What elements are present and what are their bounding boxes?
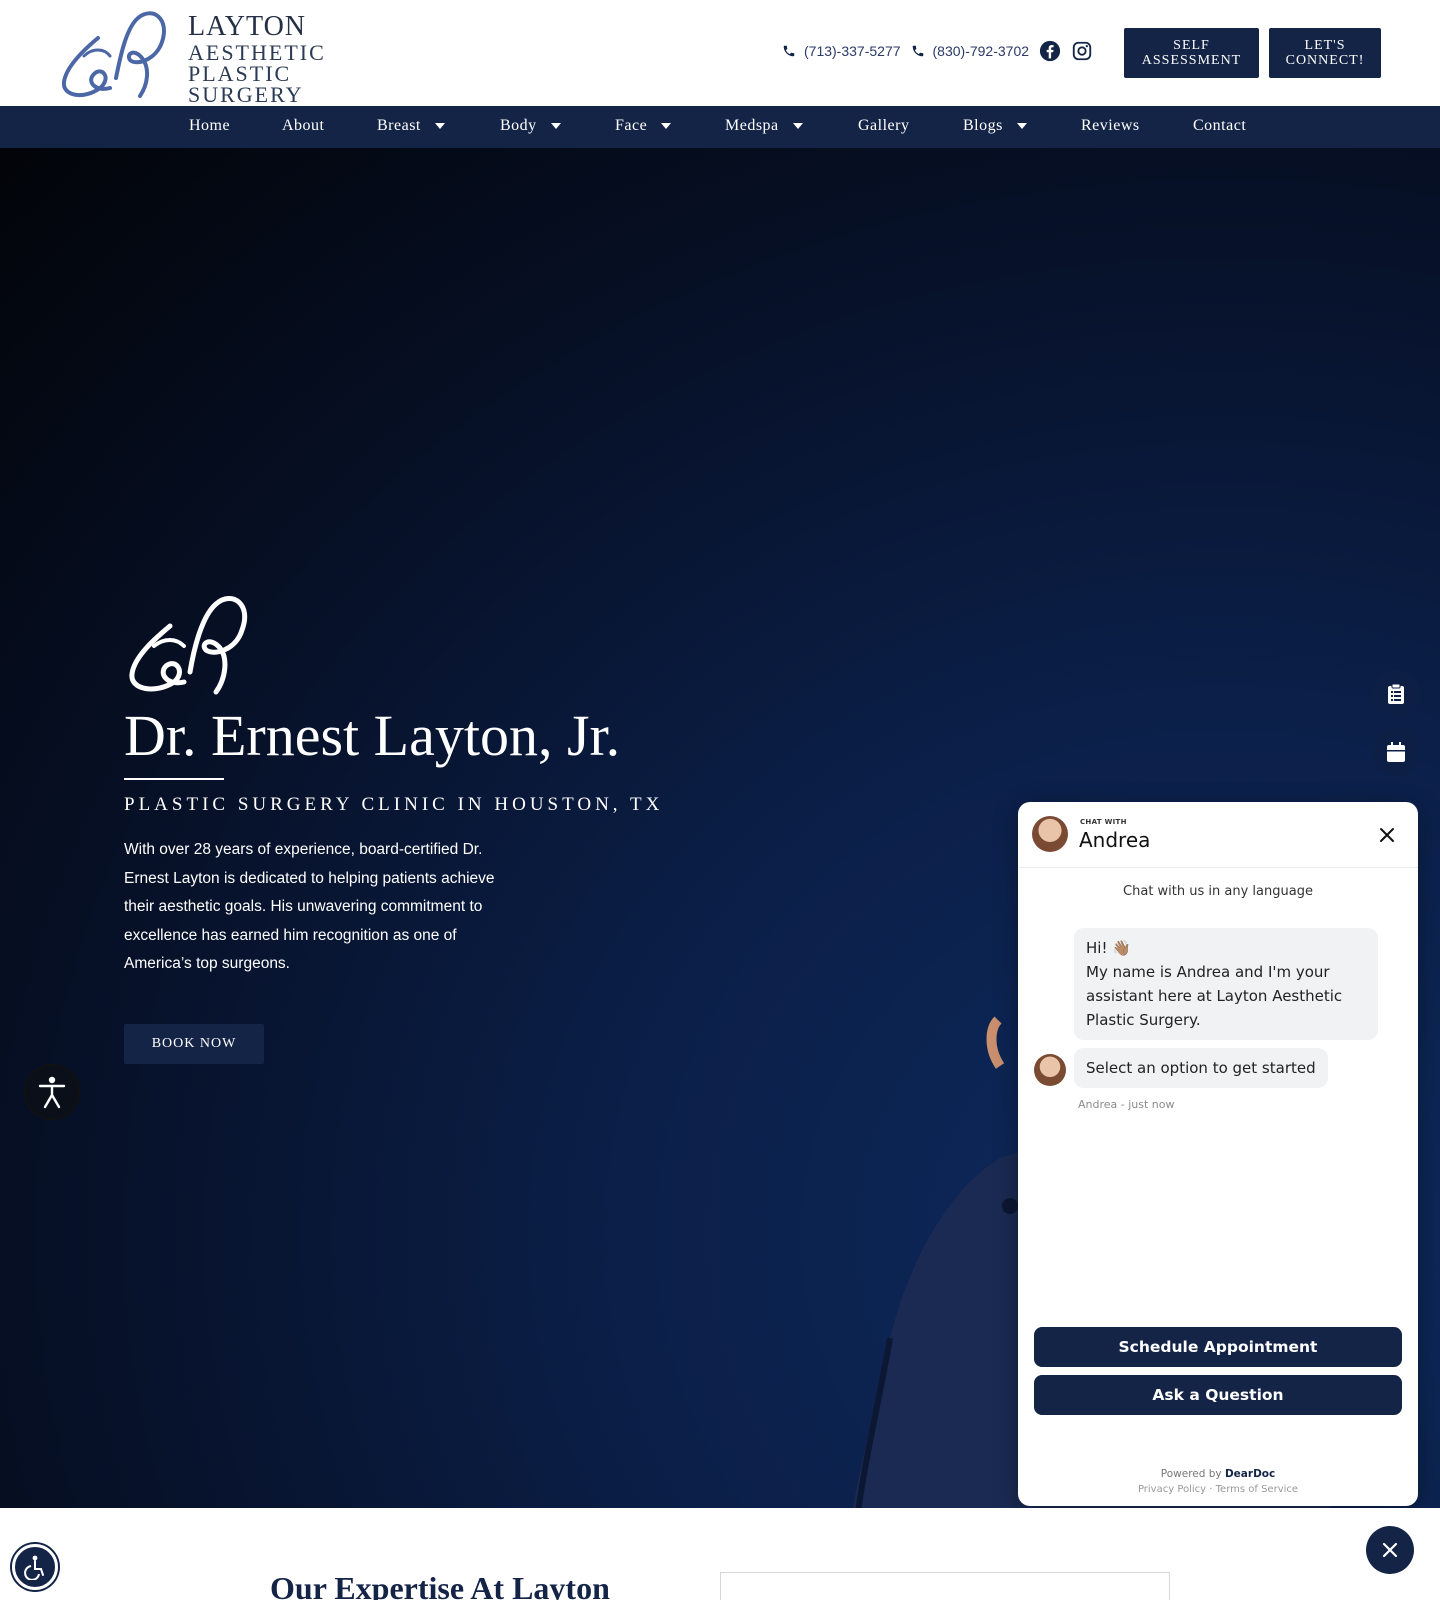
powered-brand[interactable]: DearDoc	[1225, 1468, 1275, 1480]
nav-item-breast[interactable]: Breast	[377, 117, 445, 135]
hero-description: With over 28 years of experience, board-…	[124, 841, 495, 972]
lets-connect-label-1: LET'S	[1304, 38, 1346, 53]
logo-wordmark: LAYTON AESTHETIC PLASTIC SURGERY	[188, 11, 326, 107]
link-separator: ·	[1206, 1484, 1216, 1495]
logo-line-3: PLASTIC	[188, 61, 292, 86]
side-clipboard-button[interactable]	[1372, 670, 1420, 718]
chevron-down-icon	[434, 123, 445, 129]
nav-item-face[interactable]: Face	[615, 117, 672, 135]
nav-item-medspa[interactable]: Medspa	[725, 117, 803, 135]
chevron-down-icon	[550, 123, 561, 129]
logo-line-4: SURGERY	[188, 82, 304, 107]
nav-label: Blogs	[963, 117, 1003, 134]
greeting-body: My name is Andrea and I'm your assistant…	[1086, 963, 1343, 1029]
privacy-policy-link[interactable]: Privacy Policy	[1138, 1484, 1206, 1495]
lets-connect-label-2: CONNECT!	[1285, 53, 1365, 68]
logo-monogram-icon	[61, 11, 166, 98]
hero-monogram-icon	[129, 596, 248, 695]
chat-toggle-button[interactable]	[1366, 1526, 1414, 1574]
nav-label: Body	[500, 117, 537, 134]
phone-number-1: (713)-337-5277	[804, 43, 901, 59]
hero-title: Dr. Ernest Layton, Jr.	[124, 703, 621, 768]
nav-item-home[interactable]: Home	[189, 117, 230, 135]
site-logo[interactable]: LAYTON AESTHETIC PLASTIC SURGERY	[56, 8, 326, 106]
agent-avatar-small	[1034, 1054, 1066, 1086]
nav-label: Face	[615, 117, 648, 134]
hero-section: Dr. Ernest Layton, Jr. PLASTIC SURGERY C…	[0, 148, 1440, 1508]
nav-item-reviews[interactable]: Reviews	[1081, 117, 1140, 135]
chat-header: CHAT WITH Andrea	[1018, 802, 1418, 868]
chat-message-greeting: Hi! 👋🏽 My name is Andrea and I'm your as…	[1074, 928, 1378, 1040]
chat-close-button[interactable]	[1374, 822, 1400, 848]
chevron-down-icon	[1016, 123, 1027, 129]
nav-item-gallery[interactable]: Gallery	[858, 117, 909, 135]
accessibility-person-icon	[38, 1076, 66, 1109]
accessibility-button[interactable]	[24, 1064, 80, 1120]
instagram-icon[interactable]	[1071, 40, 1093, 62]
logo-line-1: LAYTON	[188, 11, 307, 42]
logo-line-2: AESTHETIC	[188, 40, 326, 65]
chat-language-note: Chat with us in any language	[1123, 884, 1313, 899]
lets-connect-button[interactable]: LET'S CONNECT!	[1269, 28, 1381, 78]
side-calendar-button[interactable]	[1372, 728, 1420, 776]
phone-link-2[interactable]: (830)-792-3702	[911, 43, 1030, 59]
close-icon	[1380, 828, 1394, 842]
phone-icon	[783, 45, 795, 57]
clipboard-icon	[1388, 683, 1404, 704]
nav-label: Gallery	[858, 117, 910, 134]
phone-link-1[interactable]: (713)-337-5277	[782, 43, 901, 59]
chevron-down-icon	[792, 123, 803, 129]
nav-item-contact[interactable]: Contact	[1193, 117, 1246, 135]
accessibility-widget-button[interactable]	[12, 1544, 58, 1590]
nav-label: Medspa	[725, 117, 779, 134]
nav-label: Breast	[377, 117, 421, 134]
nav-label: Reviews	[1081, 117, 1140, 134]
greeting-line: Hi! 👋🏽	[1086, 939, 1131, 957]
self-assessment-label-2: ASSESSMENT	[1141, 53, 1242, 68]
ask-question-button[interactable]: Ask a Question	[1034, 1375, 1402, 1415]
nav-item-blogs[interactable]: Blogs	[963, 117, 1027, 135]
nav-label: Home	[189, 117, 231, 134]
chevron-down-icon	[661, 123, 672, 129]
terms-of-service-link[interactable]: Terms of Service	[1216, 1484, 1298, 1495]
hero-divider	[124, 778, 224, 780]
chat-message-prompt: Select an option to get started	[1074, 1048, 1328, 1088]
phone-icon	[912, 45, 923, 57]
agent-name: Andrea	[1079, 828, 1151, 852]
chat-with-label: CHAT WITH	[1080, 818, 1127, 826]
nav-item-body[interactable]: Body	[500, 117, 561, 135]
wheelchair-icon	[24, 1555, 44, 1580]
expertise-card	[720, 1572, 1170, 1600]
facebook-icon[interactable]	[1039, 40, 1061, 62]
powered-by: Powered by DearDoc	[1018, 1468, 1418, 1480]
expertise-heading: Our Expertise At Layton	[270, 1570, 610, 1600]
chat-widget: CHAT WITH Andrea Chat with us in any lan…	[1018, 802, 1418, 1506]
chat-legal-links: Privacy Policy · Terms of Service	[1018, 1484, 1418, 1495]
self-assessment-label-1: SELF	[1173, 38, 1210, 53]
nav-item-about[interactable]: About	[282, 117, 325, 135]
close-icon	[1382, 1542, 1398, 1558]
hero-subtitle: PLASTIC SURGERY CLINIC IN HOUSTON, TX	[124, 794, 664, 815]
phone-number-2: (830)-792-3702	[932, 43, 1030, 59]
powered-prefix: Powered by	[1160, 1468, 1225, 1480]
site-header: LAYTON AESTHETIC PLASTIC SURGERY (713)-3…	[0, 0, 1440, 106]
schedule-appointment-button[interactable]: Schedule Appointment	[1034, 1327, 1402, 1367]
header-contacts: (713)-337-5277 (830)-792-3702	[782, 40, 1093, 62]
book-now-button[interactable]: BOOK NOW	[124, 1024, 264, 1064]
nav-label: Contact	[1193, 117, 1247, 134]
calendar-icon	[1387, 742, 1405, 762]
self-assessment-button[interactable]: SELF ASSESSMENT	[1124, 28, 1259, 78]
chat-message-meta: Andrea - just now	[1078, 1098, 1175, 1111]
agent-avatar	[1032, 816, 1068, 852]
nav-label: About	[282, 117, 325, 134]
main-nav: Home About Breast Body Face Medspa Galle…	[0, 106, 1440, 148]
